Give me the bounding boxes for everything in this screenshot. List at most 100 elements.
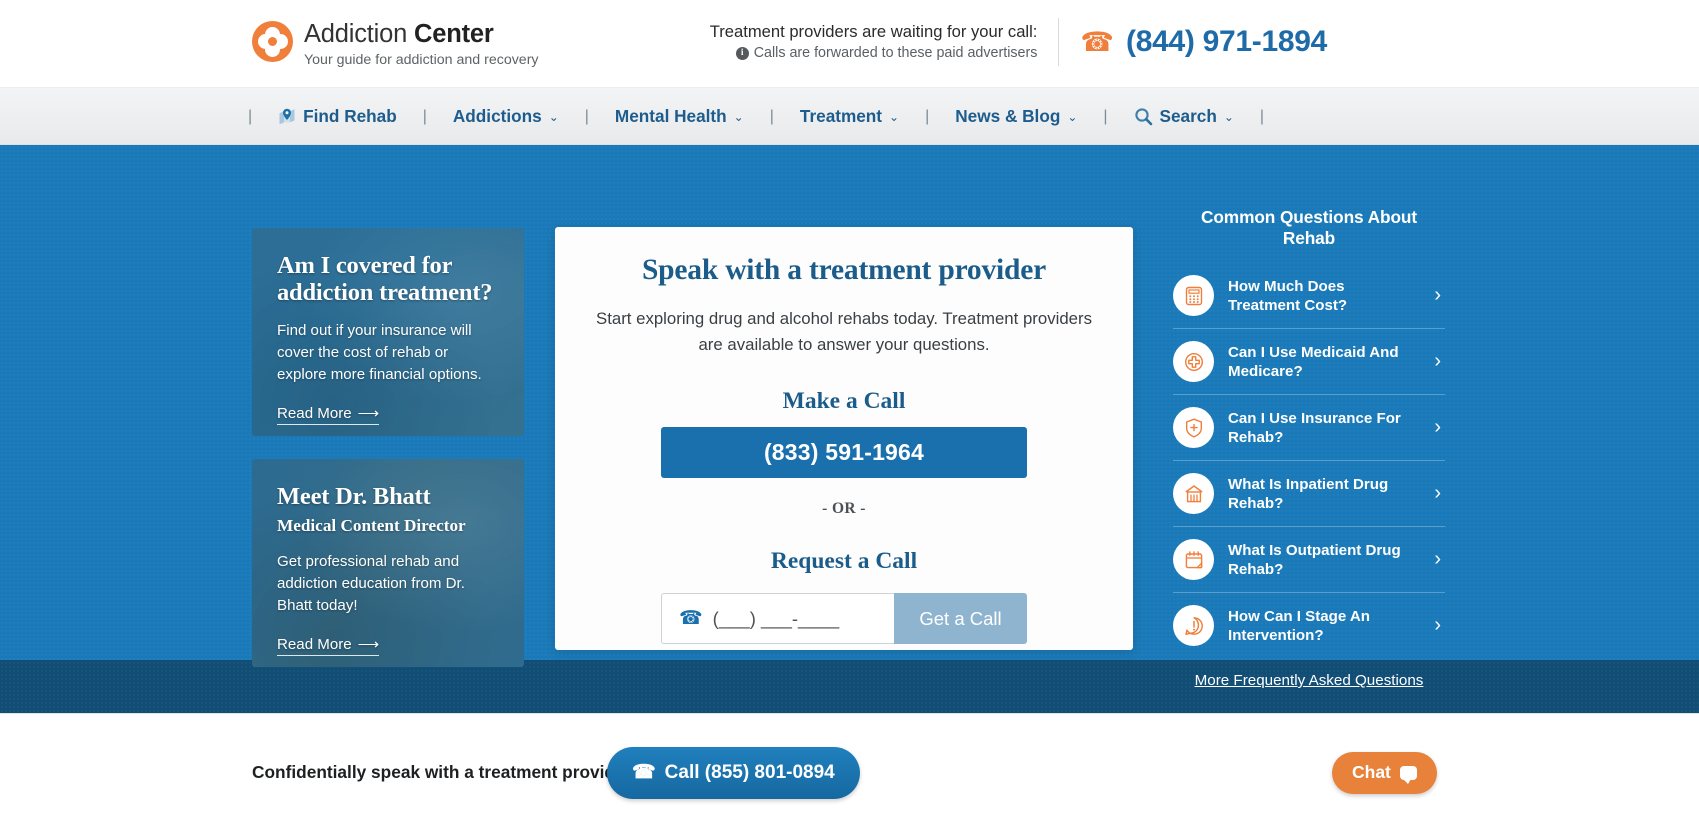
phone-icon: ☎ xyxy=(1080,26,1115,57)
arrow-right-icon: ⟶ xyxy=(357,636,380,653)
common-questions-sidebar: Common Questions About Rehab How Much Do… xyxy=(1173,207,1445,689)
building-icon xyxy=(1173,473,1214,514)
promo-title: Meet Dr. Bhatt xyxy=(277,483,431,510)
nav-item-mental-health[interactable]: Mental Health ⌄ xyxy=(589,106,770,127)
nav-label: Find Rehab xyxy=(303,106,397,126)
header-phone-number: (844) 971-1894 xyxy=(1126,25,1327,58)
nav-item-search[interactable]: Search ⌄ xyxy=(1108,106,1260,127)
speak-with-provider-panel: Speak with a treatment provider Start ex… xyxy=(555,227,1133,650)
nav-label: News & Blog xyxy=(955,106,1061,126)
nav-item-treatment[interactable]: Treatment ⌄ xyxy=(774,106,925,127)
nav-item-addictions[interactable]: Addictions ⌄ xyxy=(427,106,585,127)
promo-card-insurance[interactable]: Am I covered for addiction treatment? Fi… xyxy=(252,228,524,436)
header-phone-link[interactable]: ☎ (844) 971-1894 xyxy=(1059,25,1699,59)
promo-card-dr-bhatt[interactable]: Meet Dr. Bhatt Medical Content Director … xyxy=(252,459,524,667)
chevron-right-icon: › xyxy=(1434,482,1441,504)
medical-cross-icon xyxy=(1173,341,1214,382)
logo-tagline: Your guide for addiction and recovery xyxy=(304,52,539,68)
phone-icon: ☎ xyxy=(679,608,703,629)
promo-body: Get professional rehab and addiction edu… xyxy=(277,553,465,614)
site-header: Addiction Center Your guide for addictio… xyxy=(0,0,1699,88)
nav-label: Treatment xyxy=(799,106,883,126)
header-cta-disclaimer-text: Calls are forwarded to these paid advert… xyxy=(753,45,1038,61)
faq-label: How Can I Stage An Intervention? xyxy=(1228,607,1371,644)
faq-item-intervention[interactable]: How Can I Stage An Intervention? › xyxy=(1173,593,1445,658)
faq-item-insurance[interactable]: Can I Use Insurance For Rehab? › xyxy=(1173,395,1445,461)
header-cta-text: Treatment providers are waiting for your… xyxy=(710,20,1059,64)
phone-icon: ☎ xyxy=(632,762,656,783)
nav-item-find-rehab[interactable]: Find Rehab xyxy=(252,106,423,127)
chevron-down-icon: ⌄ xyxy=(1223,109,1234,124)
main-navigation: | Find Rehab | Addictions ⌄ | Mental Hea… xyxy=(0,88,1699,145)
nav-divider: | xyxy=(1259,107,1265,125)
call-number-button[interactable]: (833) 591-1964 xyxy=(661,427,1027,478)
chevron-right-icon: › xyxy=(1434,350,1441,372)
promo-link-label: Read More xyxy=(277,404,352,422)
page-root: Addiction Center Your guide for addictio… xyxy=(0,0,1699,831)
bottom-bar-message: Confidentially speak with a treatment pr… xyxy=(252,762,632,782)
search-icon xyxy=(1134,108,1152,126)
chat-bubble-icon xyxy=(1399,765,1417,784)
sticky-bottom-bar: Confidentially speak with a treatment pr… xyxy=(0,713,1699,831)
promo-subtitle: Medical Content Director xyxy=(277,516,466,535)
chevron-right-icon: › xyxy=(1434,416,1441,438)
hero-section: Am I covered for addiction treatment? Fi… xyxy=(0,145,1699,713)
faq-label: What Is Outpatient Drug Rehab? xyxy=(1228,541,1401,578)
promo-read-more-link[interactable]: Read More ⟶ xyxy=(277,635,380,656)
promo-column: Am I covered for addiction treatment? Fi… xyxy=(252,228,524,690)
chevron-right-icon: › xyxy=(1434,614,1441,636)
phone-input-placeholder: (___) ___-____ xyxy=(712,607,840,629)
promo-body: Find out if your insurance will cover th… xyxy=(277,322,482,383)
panel-description: Start exploring drug and alcohol rehabs … xyxy=(596,309,1092,354)
faq-label: What Is Inpatient Drug Rehab? xyxy=(1228,475,1389,512)
header-cta-disclaimer: i Calls are forwarded to these paid adve… xyxy=(710,43,1038,64)
nav-label: Addictions xyxy=(452,106,542,126)
nav-label: Mental Health xyxy=(614,106,727,126)
or-separator: - OR - xyxy=(822,500,866,517)
alert-chat-icon xyxy=(1173,605,1214,646)
faq-item-inpatient[interactable]: What Is Inpatient Drug Rehab? › xyxy=(1173,461,1445,527)
request-call-form: ☎ (___) ___-____ Get a Call xyxy=(555,593,1133,644)
phone-input-wrapper[interactable]: ☎ (___) ___-____ xyxy=(661,593,894,644)
faq-heading: Common Questions About Rehab xyxy=(1200,207,1418,248)
chat-button-label: Chat xyxy=(1352,762,1391,782)
chevron-right-icon: › xyxy=(1434,284,1441,306)
make-a-call-label: Make a Call xyxy=(782,388,906,414)
chevron-down-icon: ⌄ xyxy=(889,109,900,124)
promo-read-more-link[interactable]: Read More ⟶ xyxy=(277,404,380,425)
nav-item-news-blog[interactable]: News & Blog ⌄ xyxy=(929,106,1103,127)
chevron-down-icon: ⌄ xyxy=(733,109,744,124)
bottom-bar-call-button[interactable]: ☎ Call (855) 801-0894 xyxy=(607,746,860,799)
faq-label: Can I Use Medicaid And Medicare? xyxy=(1228,343,1399,380)
addiction-center-logo-icon xyxy=(252,21,293,62)
faq-label: Can I Use Insurance For Rehab? xyxy=(1228,409,1401,446)
logo-wordmark: Addiction Center xyxy=(304,19,539,49)
more-faq-link[interactable]: More Frequently Asked Questions xyxy=(1173,672,1445,689)
bottom-bar-call-label: Call (855) 801-0894 xyxy=(664,761,835,783)
header-call-cta: Treatment providers are waiting for your… xyxy=(710,18,1699,66)
get-a-call-button[interactable]: Get a Call xyxy=(894,593,1027,644)
map-pin-icon xyxy=(279,108,295,124)
shield-plus-icon xyxy=(1173,407,1214,448)
nav-items: | Find Rehab | Addictions ⌄ | Mental Hea… xyxy=(248,88,1264,145)
chevron-down-icon: ⌄ xyxy=(1067,109,1078,124)
calculator-icon xyxy=(1173,275,1214,316)
site-logo[interactable]: Addiction Center Your guide for addictio… xyxy=(252,19,539,70)
faq-item-treatment-cost[interactable]: How Much Does Treatment Cost? › xyxy=(1173,263,1445,329)
header-cta-headline: Treatment providers are waiting for your… xyxy=(709,22,1038,41)
calendar-icon xyxy=(1173,539,1214,580)
logo-wordmark-plain: Addiction xyxy=(304,20,414,48)
chat-button[interactable]: Chat xyxy=(1332,751,1437,794)
promo-link-label: Read More xyxy=(277,635,352,653)
nav-label: Search xyxy=(1159,106,1217,126)
info-icon: i xyxy=(735,47,749,60)
promo-title: Am I covered for addiction treatment? xyxy=(277,252,493,306)
chevron-right-icon: › xyxy=(1434,548,1441,570)
faq-label: How Much Does Treatment Cost? xyxy=(1228,277,1348,314)
faq-item-outpatient[interactable]: What Is Outpatient Drug Rehab? › xyxy=(1173,527,1445,593)
chevron-down-icon: ⌄ xyxy=(548,109,559,124)
logo-wordmark-bold: Center xyxy=(414,20,494,48)
faq-item-medicaid-medicare[interactable]: Can I Use Medicaid And Medicare? › xyxy=(1173,329,1445,395)
arrow-right-icon: ⟶ xyxy=(357,405,380,422)
panel-title: Speak with a treatment provider xyxy=(641,254,1047,286)
